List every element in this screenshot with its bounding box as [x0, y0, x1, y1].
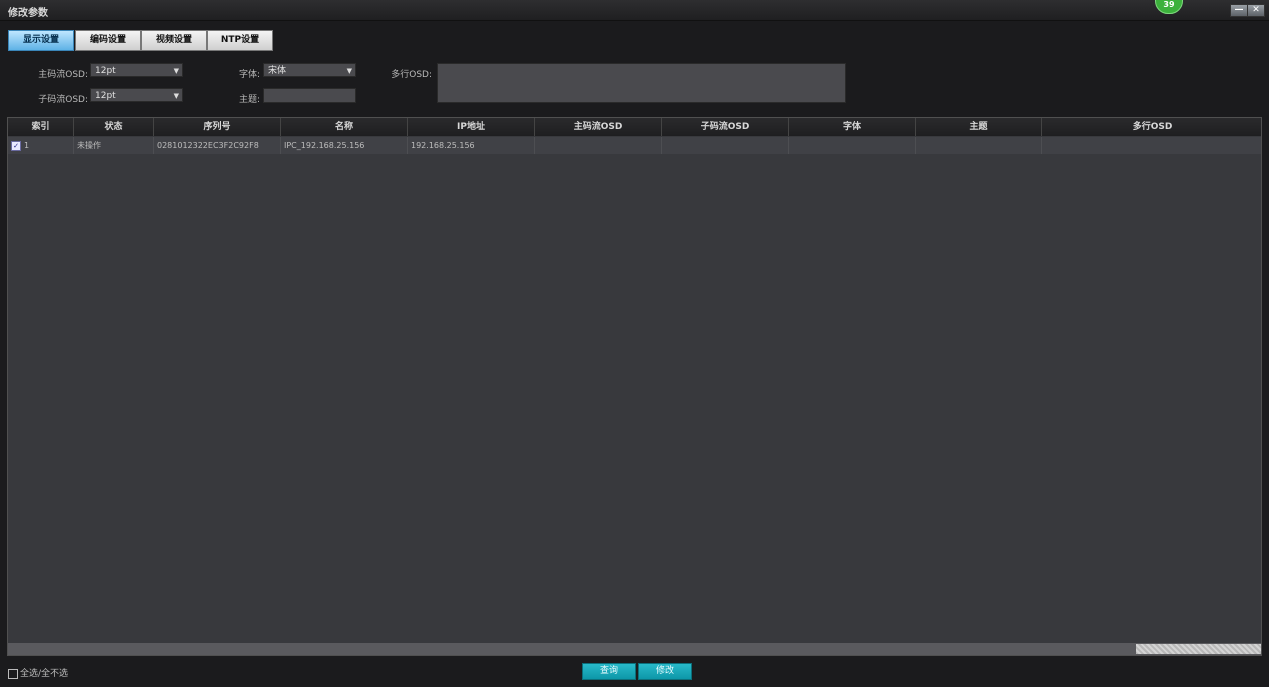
chevron-down-icon: ▼ [346, 67, 352, 75]
close-button[interactable]: ✕ [1247, 4, 1265, 17]
cell-status: 未操作 [74, 137, 154, 154]
cell-main-osd [535, 137, 662, 154]
device-table: 索引 状态 序列号 名称 IP地址 主码流OSD 子码流OSD 字体 主题 多行… [7, 117, 1262, 656]
multiline-osd-label: 多行OSD: [391, 70, 432, 80]
column-header-serial[interactable]: 序列号 [154, 118, 281, 136]
scrollbar-thumb[interactable] [1136, 644, 1261, 654]
window-title: 修改参数 [8, 8, 48, 19]
tab-ntp-settings[interactable]: NTP设置 [207, 30, 273, 51]
tab-encoding-settings[interactable]: 编码设置 [75, 30, 141, 51]
cell-subject [916, 137, 1042, 154]
minimize-button[interactable]: — [1230, 4, 1248, 17]
multiline-osd-textarea[interactable] [437, 63, 846, 103]
title-bar: 修改参数 39 — ✕ [0, 0, 1269, 21]
cell-index: ✓ 1 [8, 137, 74, 154]
column-header-name[interactable]: 名称 [281, 118, 408, 136]
row-index: 1 [24, 141, 30, 150]
cell-font [789, 137, 916, 154]
tab-display-settings[interactable]: 显示设置 [8, 30, 74, 51]
modify-button[interactable]: 修改 [638, 663, 692, 680]
cell-serial: 0281012322EC3F2C92F8 [154, 137, 281, 154]
main-osd-value: 12pt [95, 66, 116, 76]
cell-sub-osd [662, 137, 789, 154]
main-osd-label: 主码流OSD: [38, 70, 88, 80]
sub-osd-select[interactable]: 12pt ▼ [90, 88, 183, 102]
column-header-ip[interactable]: IP地址 [408, 118, 535, 136]
sub-osd-value: 12pt [95, 91, 116, 101]
table-header: 索引 状态 序列号 名称 IP地址 主码流OSD 子码流OSD 字体 主题 多行… [8, 118, 1261, 136]
row-checkbox[interactable]: ✓ [11, 140, 21, 151]
font-select[interactable]: 宋体 ▼ [263, 63, 356, 77]
notification-badge[interactable]: 39 [1155, 0, 1183, 14]
sub-osd-label: 子码流OSD: [38, 95, 88, 105]
tab-video-settings[interactable]: 视频设置 [141, 30, 207, 51]
cell-ip: 192.168.25.156 [408, 137, 535, 154]
cell-name: IPC_192.168.25.156 [281, 137, 408, 154]
column-header-status[interactable]: 状态 [74, 118, 154, 136]
column-header-multiline-osd[interactable]: 多行OSD [1042, 118, 1261, 136]
subject-input[interactable] [263, 88, 356, 103]
column-header-subject[interactable]: 主题 [916, 118, 1042, 136]
subject-label: 主题: [238, 95, 260, 105]
select-all-label: 全选/全不选 [20, 669, 69, 679]
checkbox-icon [8, 668, 18, 679]
query-button[interactable]: 查询 [582, 663, 636, 680]
horizontal-scrollbar[interactable] [8, 643, 1261, 655]
table-row[interactable]: ✓ 1 未操作 0281012322EC3F2C92F8 IPC_192.168.… [8, 137, 1261, 154]
column-header-index[interactable]: 索引 [8, 118, 74, 136]
chevron-down-icon: ▼ [173, 67, 179, 75]
column-header-font[interactable]: 字体 [789, 118, 916, 136]
select-all-checkbox[interactable]: 全选/全不选 [8, 666, 68, 679]
cell-multiline-osd [1042, 137, 1261, 154]
column-header-sub-osd[interactable]: 子码流OSD [662, 118, 789, 136]
chevron-down-icon: ▼ [173, 92, 179, 100]
font-value: 宋体 [268, 66, 287, 76]
main-osd-select[interactable]: 12pt ▼ [90, 63, 183, 77]
font-label: 字体: [238, 70, 260, 80]
column-header-main-osd[interactable]: 主码流OSD [535, 118, 662, 136]
